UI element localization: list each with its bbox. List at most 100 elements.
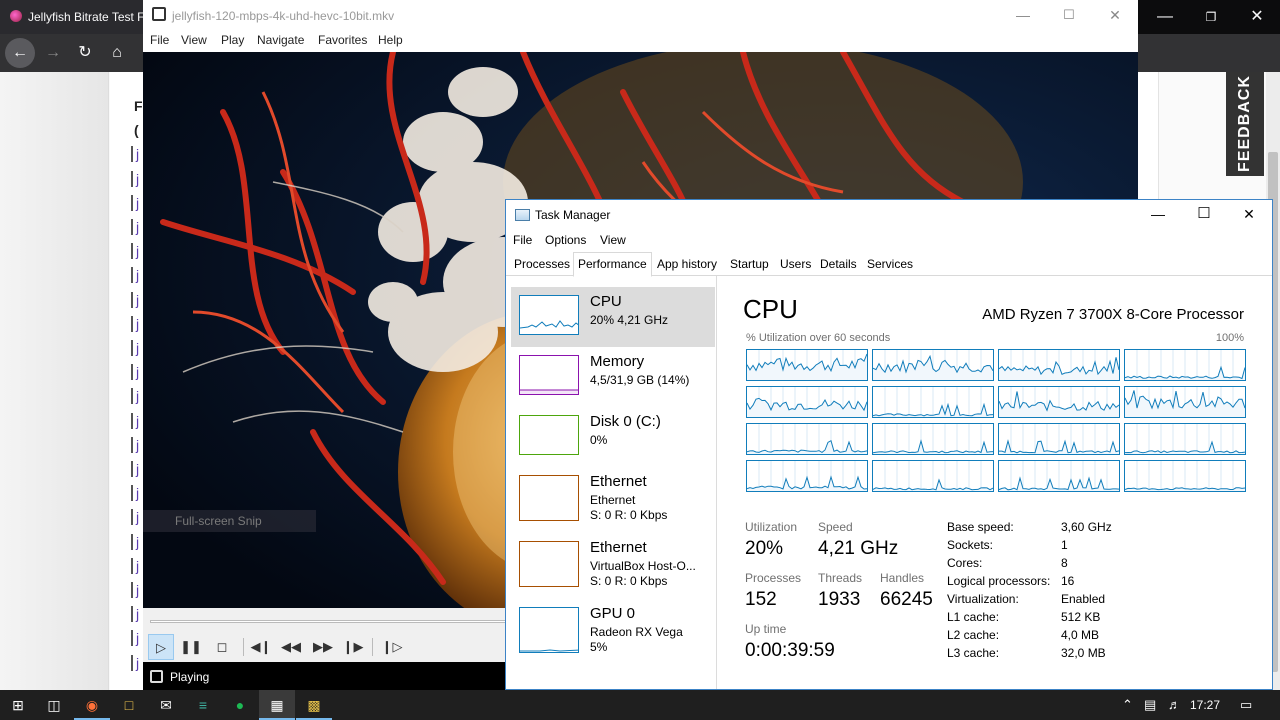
mail-icon[interactable]: ✉ xyxy=(148,690,184,720)
previous-icon[interactable]: ◀❙ xyxy=(248,634,274,660)
processes-value: 152 xyxy=(745,589,777,610)
restore-icon[interactable]: ❐ xyxy=(1196,2,1226,32)
page-link[interactable]: j xyxy=(131,654,143,671)
page-link[interactable]: j xyxy=(131,509,143,526)
page-link[interactable]: j xyxy=(131,267,143,284)
frame-step-icon[interactable]: ❙▷ xyxy=(379,634,405,660)
player-menu-file[interactable]: File xyxy=(150,33,169,47)
tm-menu-file[interactable]: File xyxy=(513,233,532,247)
cpu-thumbnail-svg xyxy=(520,320,578,329)
tm-menu-view[interactable]: View xyxy=(600,233,626,247)
page-link[interactable]: j xyxy=(131,461,143,477)
resource-ethernet-1[interactable]: Ethernet Ethernet S: 0 R: 0 Kbps xyxy=(511,467,715,533)
resource-cpu[interactable]: CPU 20% 4,21 GHz xyxy=(511,287,715,347)
pause-icon[interactable]: ❚❚ xyxy=(178,634,204,660)
resource-memory[interactable]: Memory 4,5/31,9 GB (14%) xyxy=(511,347,715,407)
back-arrow-icon[interactable]: ← xyxy=(5,38,35,68)
page-link[interactable]: j xyxy=(131,170,143,187)
tray-chevron-icon[interactable]: ⌃ xyxy=(1122,697,1133,713)
volume-icon[interactable]: ♬ xyxy=(1168,697,1181,712)
store-icon[interactable]: ≡ xyxy=(185,690,221,720)
logical-processor-svg xyxy=(999,424,1119,454)
page-link[interactable]: j xyxy=(131,533,143,550)
tab-startup[interactable]: Startup xyxy=(726,254,773,276)
tm-menu-options[interactable]: Options xyxy=(545,233,586,247)
windows-start-icon[interactable]: ⊞ xyxy=(0,690,36,720)
task-view-icon[interactable]: ◫ xyxy=(36,690,72,720)
player-menu-view[interactable]: View xyxy=(181,33,207,47)
tab-processes[interactable]: Processes xyxy=(510,254,574,276)
minimize-icon[interactable]: — xyxy=(1150,2,1180,32)
page-link[interactable]: j xyxy=(131,606,143,623)
page-link[interactable]: j xyxy=(131,582,143,598)
resource-disk[interactable]: Disk 0 (C:) 0% xyxy=(511,407,715,467)
tab-performance[interactable]: Performance xyxy=(573,252,652,277)
tab-services[interactable]: Services xyxy=(863,254,917,276)
speed-value: 4,21 GHz xyxy=(818,538,899,559)
feedback-tab[interactable]: FEEDBACK xyxy=(1226,72,1264,176)
clock[interactable]: 17:27 xyxy=(1190,698,1220,712)
page-link[interactable]: j xyxy=(131,485,143,502)
page-link[interactable]: j xyxy=(131,388,143,405)
reload-icon[interactable]: ↻ xyxy=(70,34,100,72)
resource-sub: 0% xyxy=(590,433,608,447)
play-icon[interactable]: ▷ xyxy=(148,634,174,660)
forward-arrow-icon[interactable]: → xyxy=(38,34,68,72)
player-menu-play[interactable]: Play xyxy=(221,33,244,47)
page-link[interactable]: j xyxy=(131,364,143,381)
fast-forward-icon[interactable]: ▶▶ xyxy=(310,634,336,660)
resource-gpu[interactable]: GPU 0 Radeon RX Vega 5% xyxy=(511,599,715,665)
logical-processor-svg xyxy=(873,424,993,454)
stop-icon[interactable]: ◻ xyxy=(209,634,235,660)
detail-label: Base speed: xyxy=(947,520,1014,534)
page-link[interactable]: j xyxy=(131,436,143,453)
player-minimize-icon[interactable]: — xyxy=(1000,0,1046,30)
logical-processor-graph xyxy=(1124,423,1246,455)
player-menu-favorites[interactable]: Favorites xyxy=(318,33,367,47)
player-menu-help[interactable]: Help xyxy=(378,33,403,47)
firefox-taskbar-icon[interactable]: ◉ xyxy=(74,690,110,720)
page-link[interactable]: j xyxy=(131,291,143,308)
logical-processor-graph xyxy=(998,423,1120,455)
media-player-taskbar-icon[interactable]: ▩ xyxy=(296,690,332,720)
player-close-icon[interactable]: ✕ xyxy=(1092,0,1138,30)
task-manager-taskbar-icon[interactable]: ▦ xyxy=(259,690,295,720)
home-icon[interactable]: ⌂ xyxy=(102,34,132,72)
page-link[interactable]: j xyxy=(131,412,143,429)
page-link[interactable]: j xyxy=(131,630,143,647)
page-link[interactable]: j xyxy=(131,340,143,356)
player-maximize-icon[interactable]: ☐ xyxy=(1046,0,1092,30)
page-link[interactable]: j xyxy=(131,194,143,211)
fullscreen-snip-tooltip: Full-screen Snip xyxy=(143,510,316,532)
task-manager-icon xyxy=(515,209,530,221)
rewind-icon[interactable]: ◀◀ xyxy=(278,634,304,660)
firefox-tab[interactable]: Jellyfish Bitrate Test F xyxy=(0,0,146,34)
logical-processor-svg xyxy=(1125,461,1245,491)
tab-details[interactable]: Details xyxy=(816,254,861,276)
page-link[interactable]: j xyxy=(131,315,143,332)
notifications-icon[interactable]: ▭ xyxy=(1240,697,1252,713)
tab-users[interactable]: Users xyxy=(776,254,815,276)
file-explorer-icon[interactable]: □ xyxy=(111,690,147,720)
page-link[interactable]: j xyxy=(131,146,143,163)
utilization-label: Utilization xyxy=(745,520,798,534)
page-link[interactable]: j xyxy=(131,219,143,235)
logical-processor-graph xyxy=(746,423,868,455)
logical-processor-graph xyxy=(1124,386,1246,418)
spotify-icon[interactable]: ● xyxy=(222,690,258,720)
resource-ethernet-2[interactable]: Ethernet VirtualBox Host-O... S: 0 R: 0 … xyxy=(511,533,715,599)
resource-sub2: 5% xyxy=(590,640,608,654)
next-icon[interactable]: ❙▶ xyxy=(340,634,366,660)
logical-processor-graph xyxy=(998,386,1120,418)
page-column-border xyxy=(108,72,109,690)
close-icon[interactable]: ✕ xyxy=(1242,2,1272,32)
logical-processor-graph xyxy=(872,349,994,381)
network-icon[interactable]: ▤ xyxy=(1144,697,1156,713)
tab-app-history[interactable]: App history xyxy=(653,254,721,276)
page-link[interactable]: j xyxy=(131,243,143,260)
page-link[interactable]: j xyxy=(131,557,143,574)
player-menu-navigate[interactable]: Navigate xyxy=(257,33,304,47)
tm-minimize-icon[interactable]: — xyxy=(1135,200,1181,230)
tm-close-icon[interactable]: ✕ xyxy=(1226,200,1272,230)
tm-maximize-icon[interactable]: ☐ xyxy=(1181,200,1227,230)
